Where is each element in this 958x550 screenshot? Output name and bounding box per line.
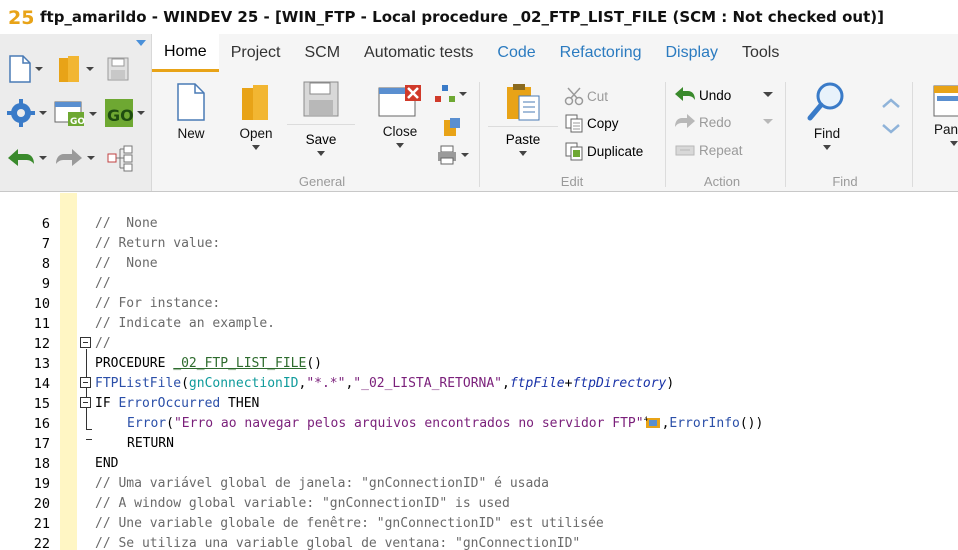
qat-save-button[interactable] <box>106 56 130 82</box>
quick-access-toolbar: GO GO <box>0 34 152 191</box>
duplicate-icon <box>565 142 583 161</box>
qat-forward-button[interactable] <box>54 146 95 170</box>
code-line: 21// Une variable globale de fenêtre: "g… <box>33 516 604 532</box>
qat-structure-button[interactable] <box>106 144 134 172</box>
open-button[interactable]: Open <box>236 82 276 150</box>
tab-automatic-tests[interactable]: Automatic tests <box>352 34 485 72</box>
magnifier-icon <box>807 82 844 121</box>
code-line: 15 IF ErrorOccurred THEN <box>33 396 260 412</box>
code-line: 9// <box>41 276 111 292</box>
title-bar: 25 ftp_amarildo - WINDEV 25 - [WIN_FTP -… <box>0 0 958 34</box>
tab-display[interactable]: Display <box>654 34 730 72</box>
repeat-icon <box>675 145 695 156</box>
undo-icon <box>675 87 695 101</box>
code-editor[interactable]: 6// None 7// Return value: 8// None 9// … <box>0 193 958 550</box>
hierarchy-icon <box>107 145 133 172</box>
window-title: ftp_amarildo - WINDEV 25 - [WIN_FTP - Lo… <box>40 8 884 26</box>
qat-options-button[interactable] <box>6 98 47 128</box>
objects-icon <box>435 85 455 102</box>
print-button[interactable] <box>436 144 469 166</box>
code-line: 10// For instance: <box>33 296 221 312</box>
printer-icon <box>438 145 456 165</box>
qat-new-button[interactable] <box>8 54 43 84</box>
edit-element-button[interactable] <box>442 116 462 138</box>
floppy-disk-icon <box>303 81 339 117</box>
code-line: 19// Uma variável global de janela: "gnC… <box>33 476 549 492</box>
new-button[interactable]: New <box>172 82 210 141</box>
folder-icon <box>59 56 79 82</box>
panes-icon <box>933 85 958 117</box>
undo-dropdown[interactable] <box>760 92 773 97</box>
save-label-area[interactable]: Save <box>287 132 355 156</box>
arrow-forward-icon <box>56 149 82 166</box>
code-line: 22// Se utiliza una variable global de v… <box>33 536 581 550</box>
window-objects-button[interactable] <box>434 84 467 104</box>
windev-logo-icon: 25 <box>0 0 40 34</box>
code-line: 8// None <box>41 256 158 272</box>
panes-button[interactable]: Pan <box>932 84 958 146</box>
close-button[interactable]: Close <box>374 84 426 148</box>
paste-button[interactable] <box>488 82 558 127</box>
code-line: 13 PROCEDURE _02_FTP_LIST_FILE() <box>33 356 322 372</box>
qat-open-button[interactable] <box>57 54 94 84</box>
find-button[interactable]: Find <box>804 80 850 150</box>
svg-text:GO: GO <box>107 106 134 125</box>
chevron-down-icon <box>882 124 900 134</box>
paste-label-area[interactable]: Paste <box>488 132 558 156</box>
arrow-back-icon <box>8 149 34 166</box>
svg-text:25: 25 <box>8 7 33 29</box>
group-label-action: Action <box>703 174 741 189</box>
group-label-edit: Edit <box>560 174 584 189</box>
undo-button[interactable]: Undo <box>674 86 731 104</box>
code-line: 18 END <box>33 456 119 472</box>
gear-icon <box>7 99 35 127</box>
tab-scm[interactable]: SCM <box>292 34 352 72</box>
folder-icon <box>242 85 268 120</box>
element-icon <box>444 118 460 136</box>
code-line: 6// None <box>41 216 158 232</box>
ribbon: GO GO Home Project SCM Automatic tests C… <box>0 34 958 192</box>
code-line: 7// Return value: <box>41 236 221 252</box>
cut-button[interactable]: Cut <box>564 86 608 106</box>
find-previous-button[interactable] <box>880 96 902 110</box>
qat-back-button[interactable] <box>6 146 47 170</box>
redo-icon <box>675 114 695 128</box>
code-line: 16 Error("Erro ao navegar pelos arquivos … <box>33 416 764 432</box>
new-document-icon <box>9 55 31 83</box>
chevron-up-icon <box>882 98 900 108</box>
tab-home[interactable]: Home <box>152 34 219 72</box>
new-document-icon <box>177 83 205 121</box>
code-line: 17 RETURN <box>33 436 174 452</box>
code-line: 20// A window global variable: "gnConnec… <box>33 496 510 512</box>
qat-test-window-button[interactable]: GO <box>54 100 97 128</box>
code-line: 11// Indicate an example. <box>33 316 276 332</box>
close-window-icon <box>378 85 421 117</box>
code-line: 12// <box>33 336 111 352</box>
find-next-button[interactable] <box>880 122 902 136</box>
floppy-disk-icon <box>107 57 129 81</box>
qat-go-button[interactable]: GO <box>104 98 145 128</box>
group-label-find: Find <box>832 174 858 189</box>
test-window-icon: GO <box>54 101 85 127</box>
copy-icon <box>565 114 583 133</box>
copy-button[interactable]: Copy <box>564 113 619 133</box>
tab-tools[interactable]: Tools <box>730 34 791 72</box>
duplicate-button[interactable]: Duplicate <box>564 141 643 161</box>
code-line: 23 <box>0 534 958 550</box>
tab-project[interactable]: Project <box>219 34 293 72</box>
tab-refactoring[interactable]: Refactoring <box>548 34 654 72</box>
go-icon: GO <box>105 99 134 127</box>
redo-dropdown[interactable] <box>760 119 773 124</box>
clipboard-icon <box>507 84 540 121</box>
code-line: 14 FTPListFile(gnConnectionID,"*.*","_02_… <box>33 376 675 392</box>
scissors-icon <box>564 87 584 106</box>
save-button[interactable] <box>287 80 355 125</box>
tab-code[interactable]: Code <box>485 34 547 72</box>
group-label-general: General <box>298 174 346 189</box>
ribbon-tabs: Home Project SCM Automatic tests Code Re… <box>152 34 791 74</box>
qat-customize-icon[interactable] <box>136 40 146 46</box>
svg-text:GO: GO <box>70 117 85 127</box>
redo-button[interactable]: Redo <box>674 113 731 131</box>
repeat-button[interactable]: Repeat <box>674 141 743 159</box>
